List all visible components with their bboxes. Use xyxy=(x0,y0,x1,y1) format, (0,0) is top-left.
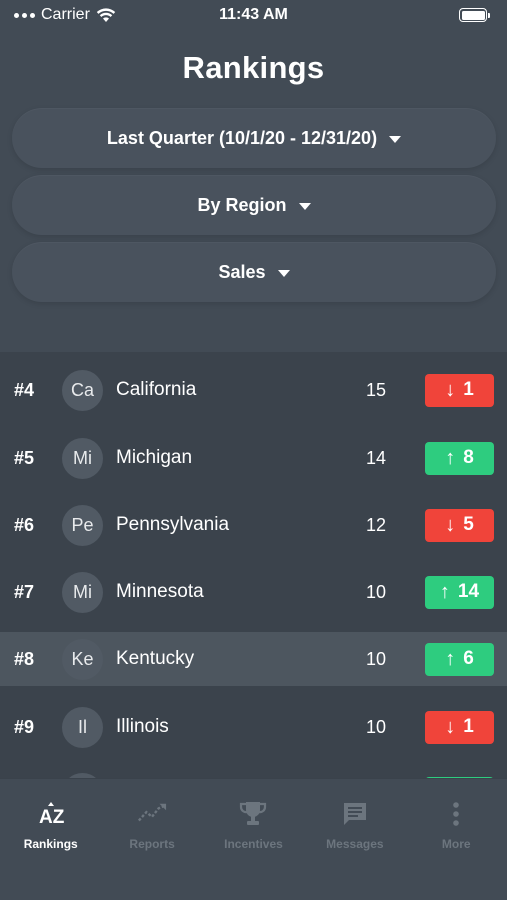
avatar-initials: Ca xyxy=(70,379,94,400)
rank-number: #9 xyxy=(14,716,35,737)
rank-change-badge: ↑ 8 xyxy=(425,441,494,475)
status-left: Carrier xyxy=(14,6,116,24)
ranking-row[interactable]: #5 Mi Michigan 14 ↑ 8 xyxy=(0,431,507,485)
ranking-row[interactable]: #7 Mi Minnesota 10 ↑ 14 xyxy=(0,565,507,619)
rank-number: #4 xyxy=(14,379,35,400)
caret-down-icon xyxy=(298,202,311,210)
score: 15 xyxy=(365,379,386,400)
rank-change-value: 14 xyxy=(457,581,480,602)
arrow-down-icon: ↓ xyxy=(445,513,456,536)
trophy-icon xyxy=(238,799,268,829)
avatar: Pe xyxy=(62,504,103,546)
period-filter-dropdown[interactable]: Last Quarter (10/1/20 - 12/31/20) xyxy=(12,108,496,168)
arrow-up-icon: ↑ xyxy=(445,446,456,469)
tab-messages[interactable]: Messages xyxy=(304,779,405,900)
region-name: Michigan xyxy=(116,447,193,468)
avatar: Il xyxy=(62,706,103,748)
rank-number: #5 xyxy=(14,447,35,468)
tab-bar: AZ Rankings Reports Incentives Messages … xyxy=(0,778,507,900)
rank-number: #8 xyxy=(14,648,35,669)
avatar-initials: Mi xyxy=(73,581,92,602)
wifi-icon xyxy=(96,7,116,22)
tab-label: Reports xyxy=(129,837,175,851)
rank-change-badge: ↑ 6 xyxy=(425,642,494,676)
ranking-row[interactable]: #9 Il Illinois 10 ↓ 1 xyxy=(0,700,507,754)
ranking-row[interactable]: #6 Pe Pennsylvania 12 ↓ 5 xyxy=(0,498,507,552)
status-bar: Carrier 11:43 AM xyxy=(0,0,507,30)
metric-filter-label: Sales xyxy=(218,261,266,282)
avatar: Ca xyxy=(62,369,103,411)
rank-change-badge: ↓ 5 xyxy=(425,508,494,542)
avatar-initials: Il xyxy=(78,716,87,737)
tab-label: Messages xyxy=(326,837,384,851)
rank-change-value: 5 xyxy=(463,514,474,535)
arrow-up-icon: ↑ xyxy=(445,647,456,670)
rank-change-badge: ↓ 1 xyxy=(425,710,494,744)
avatar: Mi xyxy=(62,437,103,479)
rank-change-badge: ↑ 14 xyxy=(425,575,494,609)
period-filter-label: Last Quarter (10/1/20 - 12/31/20) xyxy=(106,127,378,148)
rank-change-value: 6 xyxy=(463,648,474,669)
avatar-initials: Mi xyxy=(73,447,92,468)
tab-reports[interactable]: Reports xyxy=(101,779,202,900)
ranking-row-selected[interactable]: #8 Ke Kentucky 10 ↑ 6 xyxy=(0,632,507,686)
avatar-initials: Ke xyxy=(71,648,94,669)
avatar-initials: Pe xyxy=(71,514,94,535)
tab-rankings[interactable]: AZ Rankings xyxy=(0,779,101,900)
svg-text:AZ: AZ xyxy=(39,807,65,828)
tab-label: Incentives xyxy=(224,837,283,851)
score: 12 xyxy=(365,514,386,535)
arrow-down-icon: ↓ xyxy=(445,715,456,738)
arrow-down-icon: ↓ xyxy=(445,378,456,401)
tab-label: Rankings xyxy=(23,837,78,851)
region-name: Pennsylvania xyxy=(116,514,230,535)
grouping-filter-dropdown[interactable]: By Region xyxy=(12,175,496,235)
rank-change-badge: ↓ 1 xyxy=(425,373,494,407)
rank-change-value: 8 xyxy=(463,447,474,468)
ranking-row-partial[interactable] xyxy=(0,766,507,778)
more-vertical-icon xyxy=(441,799,471,829)
region-name: Minnesota xyxy=(116,581,204,602)
trend-chart-icon xyxy=(137,799,167,829)
arrow-up-icon: ↑ xyxy=(439,580,450,603)
caret-down-icon xyxy=(389,135,402,143)
region-name: Illinois xyxy=(116,716,169,737)
tab-incentives[interactable]: Incentives xyxy=(203,779,304,900)
battery-icon xyxy=(459,8,490,22)
tab-more[interactable]: More xyxy=(406,779,507,900)
carrier-label: Carrier xyxy=(41,6,90,23)
score: 10 xyxy=(365,716,386,737)
rank-number: #6 xyxy=(14,514,35,535)
score: 10 xyxy=(365,581,386,602)
caret-down-icon xyxy=(277,269,290,277)
rank-number: #7 xyxy=(14,581,35,602)
score: 14 xyxy=(365,447,386,468)
metric-filter-dropdown[interactable]: Sales xyxy=(12,242,496,302)
grouping-filter-label: By Region xyxy=(197,194,287,215)
score: 10 xyxy=(365,648,386,669)
az-sort-icon: AZ xyxy=(36,799,66,829)
avatar: Mi xyxy=(62,571,103,613)
rank-change-value: 1 xyxy=(463,716,474,737)
rank-change-value: 1 xyxy=(463,379,474,400)
page-title: Rankings xyxy=(182,50,325,85)
region-name: Kentucky xyxy=(116,648,195,669)
signal-icon xyxy=(14,12,35,18)
ranking-row[interactable]: #4 Ca California 15 ↓ 1 xyxy=(0,363,507,417)
region-name: California xyxy=(116,379,197,400)
avatar: Ke xyxy=(62,638,103,680)
tab-label: More xyxy=(441,837,471,851)
message-icon xyxy=(340,799,370,829)
rankings-list[interactable]: #4 Ca California 15 ↓ 1 #5 Mi Michigan 1… xyxy=(0,352,507,778)
